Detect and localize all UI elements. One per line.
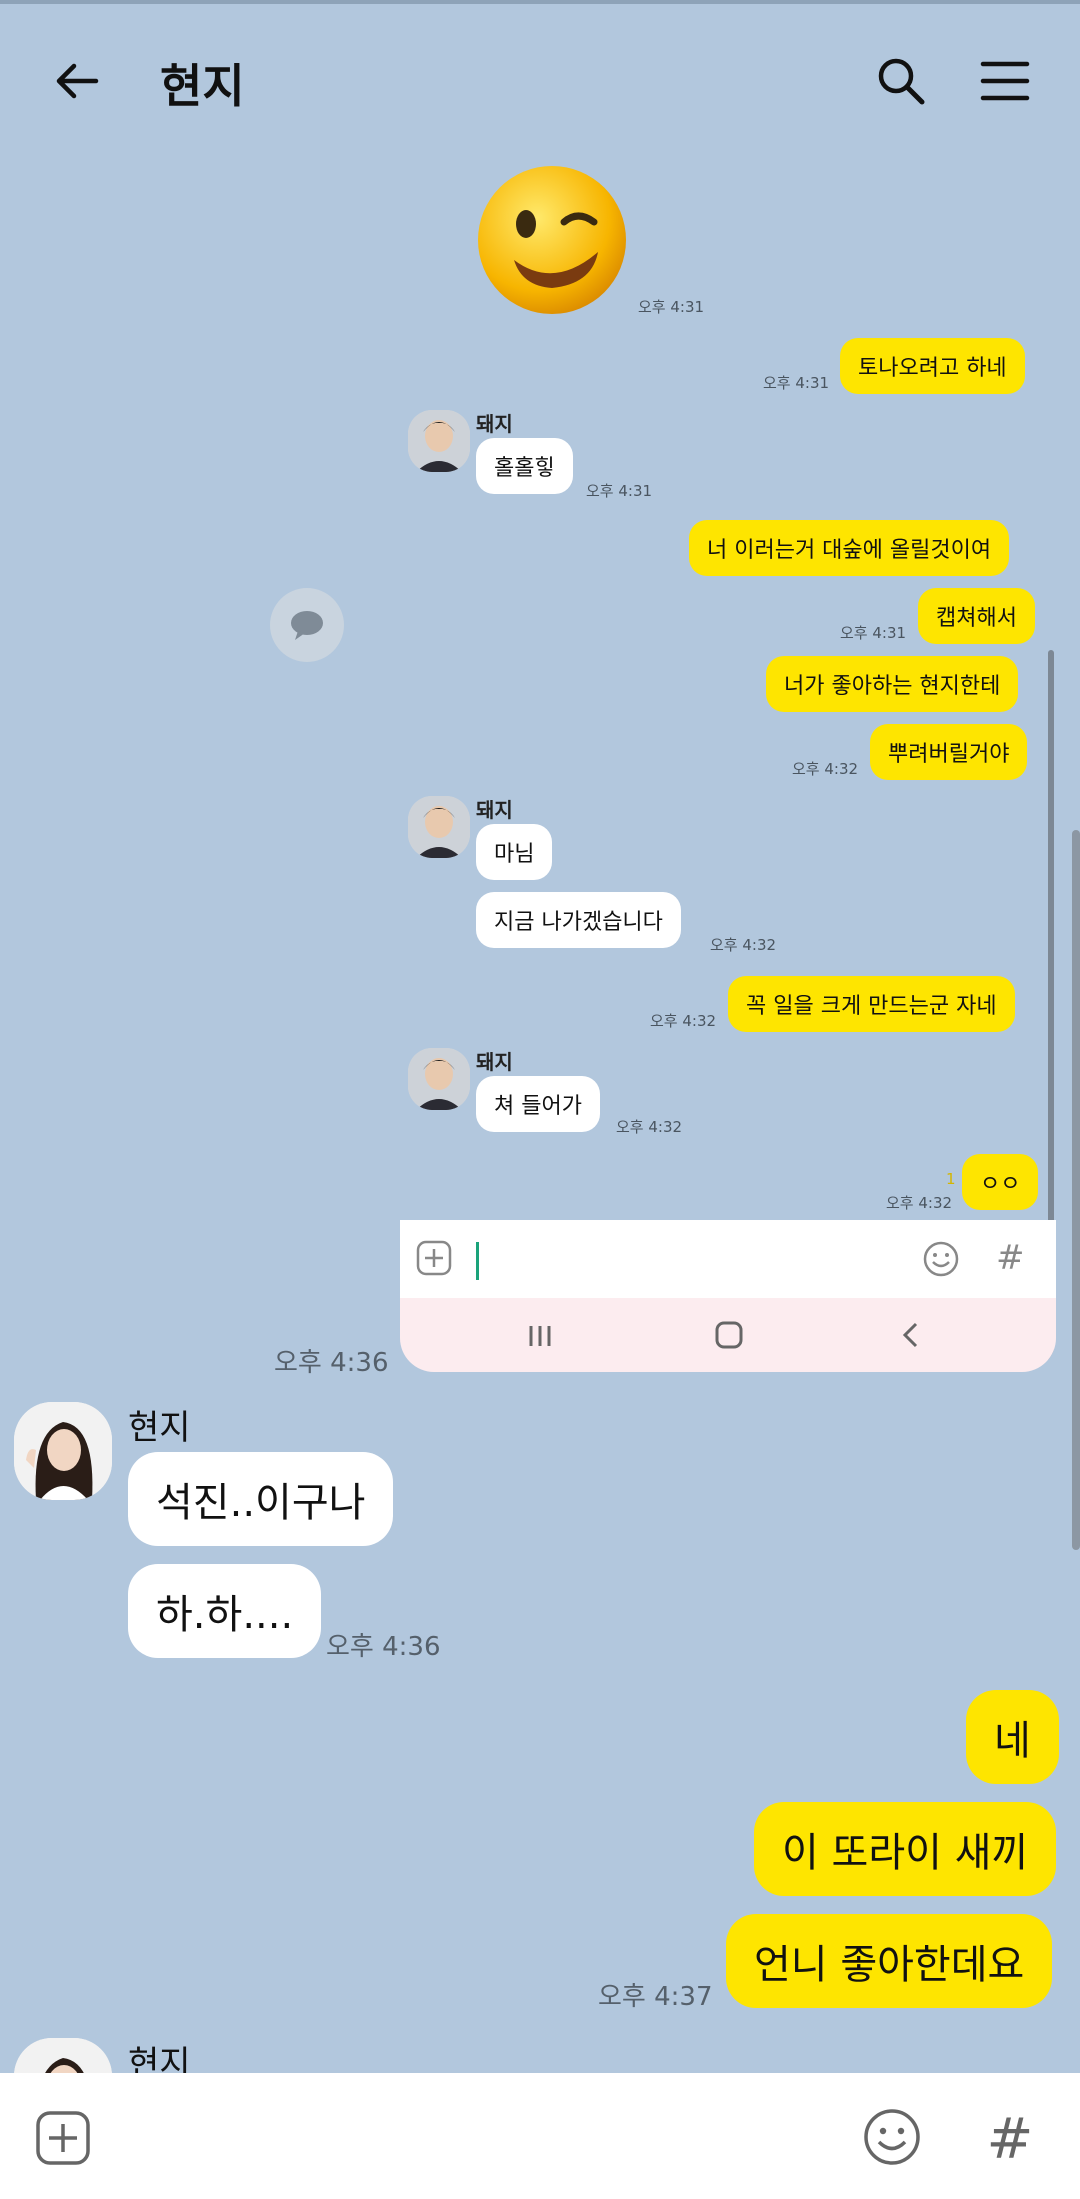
my-message-bubble: 뿌려버릴거야 (870, 724, 1028, 780)
message-time: 오후 4:32 (616, 1118, 683, 1136)
friend-message-bubble: 쳐 들어가 (476, 1076, 600, 1132)
my-message-bubble: 꼭 일을 크게 만드는군 자네 (728, 976, 1015, 1032)
message-input-bar: # (0, 2073, 1080, 2199)
emoji-icon (922, 1240, 960, 1282)
message-time: 오후 4:36 (274, 1348, 389, 1378)
friend-message-bubble: 마님 (476, 824, 553, 880)
back-arrow-icon[interactable] (42, 46, 112, 116)
text-cursor (476, 1242, 479, 1280)
avatar (408, 1048, 470, 1110)
avatar (408, 796, 470, 858)
message-time: 오후 4:32 (792, 760, 859, 778)
back-icon (896, 1320, 926, 1354)
message-time: 오후 4:32 (886, 1194, 953, 1212)
my-message-bubble: 너 이러는거 대숲에 올릴것이여 (689, 520, 1010, 576)
chat-bubble-icon[interactable] (270, 588, 344, 662)
my-message-bubble: 너가 좋아하는 현지한테 (766, 656, 1019, 712)
message-time: 오후 4:37 (598, 1982, 713, 2012)
sender-name: 돼지 (476, 1050, 513, 1074)
sender-name: 돼지 (476, 412, 513, 436)
message-time: 오후 4:31 (586, 482, 653, 500)
input-bar-snapshot: # (400, 1220, 1056, 1298)
hashtag-icon: # (996, 1238, 1025, 1278)
friend-message-bubble: 홀홀힣 (476, 438, 573, 494)
message-time: 오후 4:32 (710, 936, 777, 954)
android-nav-bar (400, 1298, 1056, 1372)
hashtag-icon[interactable]: # (978, 2107, 1042, 2172)
friend-message-bubble: 석진..이구나 (128, 1452, 394, 1546)
menu-icon[interactable] (970, 46, 1040, 116)
avatar[interactable] (14, 1402, 112, 1500)
my-message-bubble: 네 (966, 1690, 1059, 1784)
plus-icon (416, 1240, 452, 1280)
recents-icon (526, 1322, 554, 1354)
unread-count: 1 (946, 1170, 956, 1188)
message-time: 오후 4:32 (650, 1012, 717, 1030)
my-message-bubble: ㅇㅇ (962, 1154, 1039, 1210)
my-message-bubble: 이 또라이 새끼 (754, 1802, 1057, 1896)
shared-screenshot-image[interactable]: 오후 4:31 오후 4:31 토나오려고 하네 돼지 홀홀힣 오후 4:31 … (400, 150, 1056, 1372)
my-message-bubble: 토나오려고 하네 (840, 338, 1025, 394)
message-time: 오후 4:31 (840, 624, 907, 642)
plus-icon[interactable] (34, 2109, 92, 2167)
message-time: 오후 4:36 (326, 1632, 441, 1662)
friend-message-bubble: 하.하.... (128, 1564, 322, 1658)
scrollbar[interactable] (1072, 830, 1080, 1550)
search-icon[interactable] (866, 46, 936, 116)
message-time: 오후 4:31 (763, 374, 830, 392)
chat-title: 현지 (160, 59, 245, 113)
my-message-bubble: 캡쳐해서 (918, 588, 1035, 644)
chat-header: 현지 (0, 4, 1080, 154)
wink-emoticon (474, 162, 630, 322)
friend-message-bubble: 지금 나가겠습니다 (476, 892, 681, 948)
message-time: 오후 4:31 (638, 298, 705, 316)
emoji-icon[interactable] (862, 2107, 922, 2167)
home-icon (714, 1320, 744, 1354)
my-message-bubble: 언니 좋아한데요 (726, 1914, 1053, 2008)
sender-name: 돼지 (476, 798, 513, 822)
sender-name: 현지 (128, 1408, 191, 1448)
avatar (408, 410, 470, 472)
